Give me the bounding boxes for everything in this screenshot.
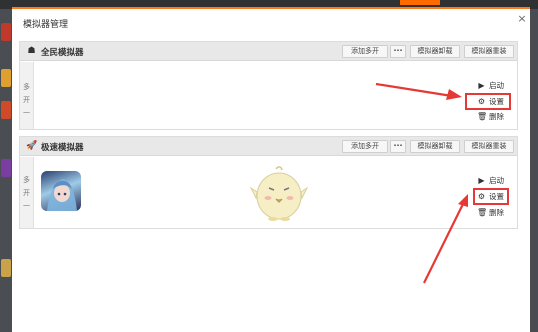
arrow-to-settings-2 <box>423 203 464 284</box>
arrow-to-settings-1 <box>375 82 453 98</box>
arrow-head-icon <box>446 89 462 100</box>
annotation-arrows <box>375 82 468 284</box>
arrow-head-icon <box>458 194 468 207</box>
